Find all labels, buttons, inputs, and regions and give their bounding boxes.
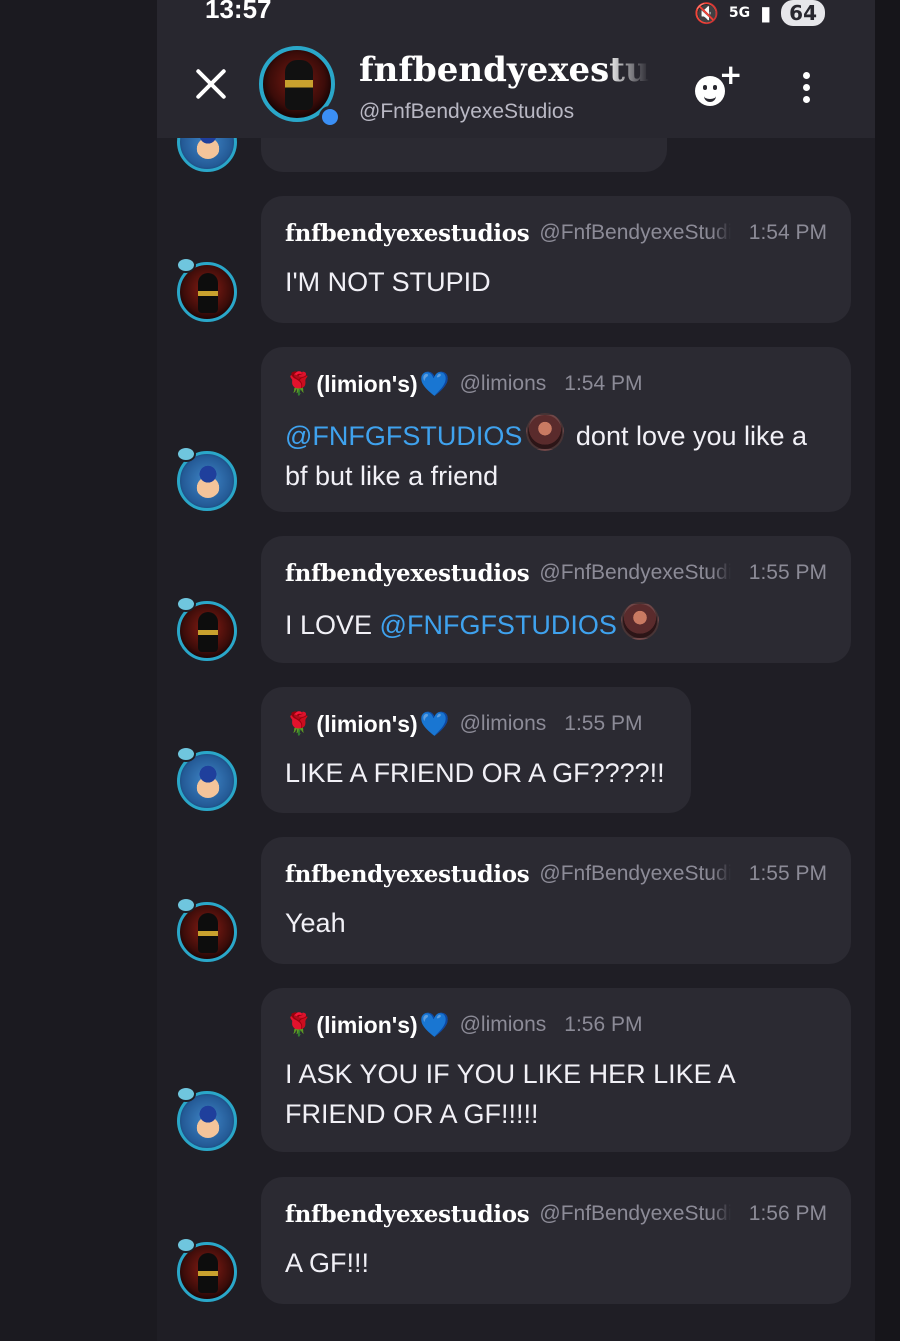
message-text: Yeah [285,908,346,938]
blue-heart-emoji-icon: 💙 [419,370,450,398]
author-name[interactable]: (limion's) [316,1012,417,1039]
network-label: 5G [728,5,751,21]
message-bubble[interactable]: 🌹 (limion's) 💙 @limions 1:54 PM @FNFGFST… [261,347,851,512]
mention-avatar [620,602,659,640]
message-text: I'M NOT STUPID [285,267,491,297]
author-handle: @FnfBendyexeStudios [539,561,731,584]
message-time: 1:54 PM [748,221,827,244]
header-title[interactable]: fnfbendyexestudios [359,50,649,90]
rose-emoji-icon: 🌹 [285,371,313,397]
avatar[interactable] [176,596,237,661]
header-subtitle: @FnfBendyexeStudios [359,100,575,123]
more-vertical-icon[interactable] [801,72,811,106]
rose-emoji-icon: 🌹 [285,711,313,737]
mute-icon: 🔇 [694,1,719,25]
message-time: 1:54 PM [564,372,643,395]
dm-chat-panel: 13:57 🔇 5G ▮ 64 fnfbendyexestudios @FnfB… [157,0,875,1341]
author-handle: @FnfBendyexeStudios [539,221,731,244]
message-bubble[interactable]: 🌹 (limion's) 💙 @limions 1:56 PM I ASK YO… [261,988,851,1152]
online-status-dot [319,106,341,128]
mention-avatar [526,413,565,451]
message-text: @FNFGFSTUDIOS dont love you like a bf bu… [285,413,827,496]
battery-badge: 64 [781,0,825,26]
add-friend-icon[interactable]: + [691,58,742,108]
message-time: 1:55 PM [748,561,827,584]
author-name[interactable]: fnfbendyexestudios [285,861,530,888]
author-name[interactable]: fnfbendyexestudios [285,1201,530,1228]
avatar[interactable] [176,746,237,811]
message-time: 1:55 PM [564,712,643,735]
signal-icon: ▮ [760,1,772,25]
status-time: 13:57 [205,0,272,24]
message-time: 1:55 PM [748,862,827,885]
message-text: I LOVE @FNFGFSTUDIOS [285,602,827,645]
avatar[interactable] [176,1237,237,1302]
user-mention[interactable]: @FNFGFSTUDIOS [380,610,617,640]
message-time: 1:56 PM [748,1202,827,1225]
author-name[interactable]: (limion's) [316,711,417,738]
status-icons: 🔇 5G ▮ 64 [694,0,825,26]
blue-heart-emoji-icon: 💙 [419,1011,450,1039]
right-background [875,0,900,1341]
close-icon[interactable] [193,66,229,102]
author-handle: @FnfBendyexeStudios [539,862,731,885]
author-handle: @limions [459,712,547,735]
author-handle: @limions [459,372,547,395]
message-bubble[interactable]: fnfbendyexestudios @FnfBendyexeStudios 1… [261,1177,851,1304]
rose-emoji-icon: 🌹 [285,1012,313,1038]
left-background [0,0,157,1341]
message-bubble[interactable]: 🌹 (limion's) 💙 @limions 1:55 PM LIKE A F… [261,687,691,813]
message-text-part: I LOVE [285,610,380,640]
message-text: LIKE A FRIEND OR A GF????!! [285,758,665,788]
dm-header: 13:57 🔇 5G ▮ 64 fnfbendyexestudios @FnfB… [157,0,875,138]
message-bubble[interactable]: fnfbendyexestudios @FnfBendyexeStudios 1… [261,536,851,663]
message-text: A GF!!! [285,1248,370,1278]
blue-heart-emoji-icon: 💙 [419,710,450,738]
author-handle: @FnfBendyexeStudios [539,1202,731,1225]
author-name[interactable]: fnfbendyexestudios [285,220,530,247]
user-mention[interactable]: @FNFGFSTUDIOS [285,421,522,451]
avatar[interactable] [176,257,237,322]
avatar[interactable] [176,897,237,962]
author-name[interactable]: (limion's) [316,371,417,398]
author-handle: @limions [459,1013,547,1036]
message-time: 1:56 PM [564,1013,643,1036]
author-name[interactable]: fnfbendyexestudios [285,560,530,587]
message-bubble[interactable]: fnfbendyexestudios @FnfBendyexeStudios 1… [261,837,851,964]
avatar[interactable] [176,446,237,511]
message-bubble[interactable]: fnfbendyexestudios @FnfBendyexeStudios 1… [261,196,851,323]
message-text: I ASK YOU IF YOU LIKE HER LIKE A FRIEND … [285,1059,735,1129]
avatar[interactable] [176,1086,237,1151]
